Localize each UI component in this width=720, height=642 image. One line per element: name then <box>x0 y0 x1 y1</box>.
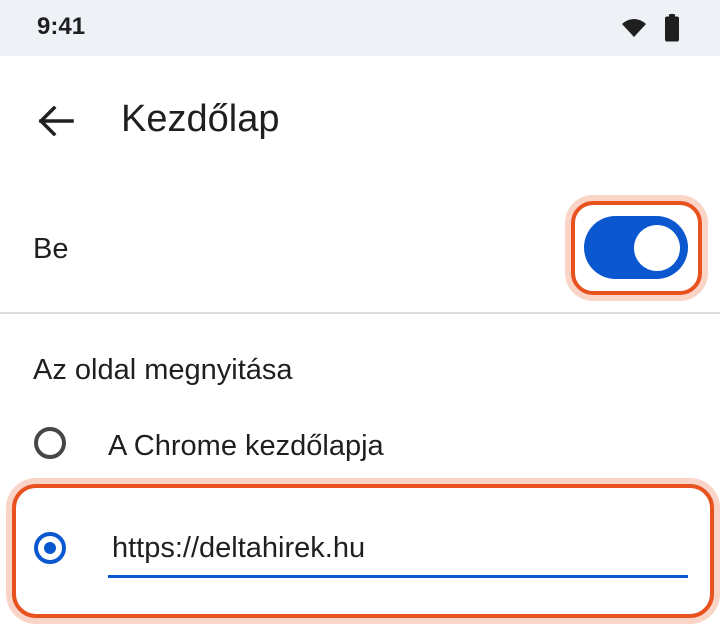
url-input-value: https://deltahirek.hu <box>112 532 366 564</box>
switch-knob <box>634 225 680 271</box>
radio-dot <box>44 542 56 554</box>
status-icons <box>620 14 680 47</box>
app-bar: Kezdőlap <box>0 56 720 188</box>
option-custom-url[interactable]: https://deltahirek.hu <box>0 500 720 596</box>
option-label: A Chrome kezdőlapja <box>108 430 384 462</box>
page-title: Kezdőlap <box>121 98 280 140</box>
option-chrome-homepage[interactable]: A Chrome kezdőlapja <box>0 418 720 478</box>
url-input[interactable]: https://deltahirek.hu <box>108 516 688 578</box>
wifi-icon <box>620 17 648 44</box>
divider <box>0 312 720 314</box>
toggle-label: Be <box>33 233 69 265</box>
status-bar: 9:41 <box>0 0 720 56</box>
arrow-left-icon <box>38 105 74 141</box>
radio-unselected-icon[interactable] <box>34 427 66 459</box>
battery-icon <box>664 14 680 47</box>
homepage-toggle-switch[interactable] <box>584 216 688 279</box>
back-button[interactable] <box>30 97 82 149</box>
status-time: 9:41 <box>37 13 86 40</box>
section-title: Az oldal megnyitása <box>33 354 293 386</box>
radio-selected-icon[interactable] <box>34 532 66 564</box>
